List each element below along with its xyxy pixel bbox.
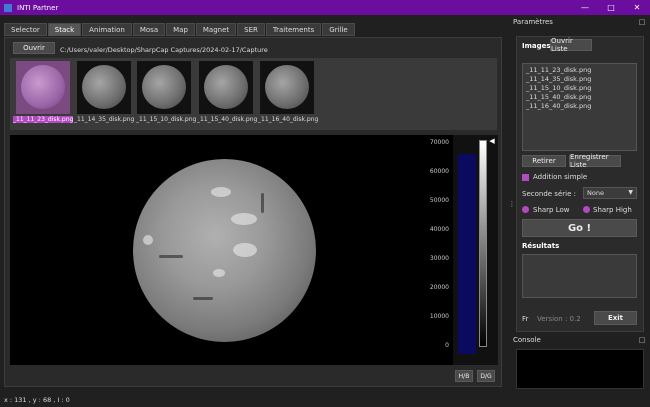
tab-ser[interactable]: SER (237, 23, 265, 36)
thumbnail-1[interactable] (16, 61, 70, 114)
results-label: Résultats (522, 242, 560, 250)
open-button[interactable]: Ouvrir (13, 42, 55, 54)
tick-label: 70000 (429, 139, 449, 146)
sharp-low-label: Sharp Low (533, 206, 570, 214)
title-bar: INTI Partner — □ ✕ (0, 0, 650, 15)
thumbnail-5[interactable] (260, 61, 314, 114)
go-button[interactable]: Go ! (522, 219, 637, 237)
sharp-high-radio[interactable] (583, 206, 590, 213)
tab-mosa[interactable]: Mosa (132, 23, 166, 36)
image-list[interactable]: _11_11_23_disk.png _11_14_35_disk.png _1… (522, 63, 637, 151)
tick-label: 10000 (429, 313, 449, 320)
console-title: Console (513, 336, 541, 344)
tick-label: 60000 (429, 168, 449, 175)
histogram-axis: 70000 60000 50000 40000 30000 20000 1000… (417, 138, 451, 353)
sun-image (133, 159, 316, 342)
version-label: Version : 0.2 (537, 315, 581, 323)
chevron-down-icon: ▼ (628, 189, 633, 196)
tab-map[interactable]: Map (166, 23, 195, 36)
tab-traitements[interactable]: Traitements (265, 23, 322, 36)
thumbnail-4[interactable] (199, 61, 253, 114)
sun-disk-thumb (265, 65, 309, 109)
thumbnail-caption: _11_14_35_disk.png (74, 116, 135, 123)
minimize-icon[interactable]: — (572, 0, 598, 15)
params-title: Paramètres (513, 18, 553, 26)
results-box (522, 254, 637, 298)
high-handle-icon[interactable]: ◀ (488, 137, 496, 145)
close-icon[interactable]: ✕ (624, 0, 650, 15)
plage (233, 243, 257, 257)
folder-path: C:/Users/valer/Desktop/SharpCap Captures… (60, 46, 268, 54)
open-list-button[interactable]: Ouvrir Liste (550, 37, 592, 53)
status-bar: x : 131 , y : 68 , I : 0 (4, 396, 70, 404)
thumbnail-caption: _11_16_40_disk.png (258, 116, 319, 123)
thumbnail-caption: _11_15_40_disk.png (197, 116, 258, 123)
maximize-icon[interactable]: □ (598, 0, 624, 15)
plage (211, 187, 231, 197)
list-item[interactable]: _11_14_35_disk.png (526, 75, 591, 83)
second-series-select[interactable]: None ▼ (583, 187, 637, 199)
remove-button[interactable]: Retirer (522, 155, 566, 167)
splitter-handle-icon[interactable]: ⋮ (508, 200, 516, 208)
plage (143, 235, 153, 245)
sharp-low-radio[interactable] (522, 206, 529, 213)
tick-label: 50000 (429, 197, 449, 204)
tick-label: 0 (445, 342, 449, 349)
tab-animation[interactable]: Animation (82, 23, 132, 36)
list-item[interactable]: _11_16_40_disk.png (526, 102, 591, 110)
simple-add-checkbox[interactable] (522, 174, 529, 181)
tab-bar: Selector Stack Animation Mosa Map Magnet… (4, 23, 356, 37)
thumbnail-caption: _11_11_23_disk.png (13, 116, 74, 123)
sun-disk-thumb (204, 65, 248, 109)
tick-label: 30000 (429, 255, 449, 262)
sun-disk-thumb (82, 65, 126, 109)
float-icon[interactable]: □ (638, 18, 646, 26)
dg-button[interactable]: D/G (477, 370, 495, 382)
levels-slider[interactable] (479, 140, 487, 347)
sun-disk-thumb (142, 65, 186, 109)
exit-button[interactable]: Exit (594, 311, 637, 325)
plage (231, 213, 257, 225)
filament (261, 193, 264, 213)
sun-disk-thumb (21, 65, 65, 109)
simple-add-label: Addition simple (533, 173, 588, 181)
histogram-bar (458, 154, 476, 354)
sharp-high-label: Sharp High (593, 206, 632, 214)
second-series-label: Seconde série : (522, 190, 576, 198)
window-title: INTI Partner (17, 3, 59, 12)
thumbnail-2[interactable] (77, 61, 131, 114)
tick-label: 40000 (429, 226, 449, 233)
tab-selector[interactable]: Selector (4, 23, 47, 36)
tick-label: 20000 (429, 284, 449, 291)
thumbnail-3[interactable] (137, 61, 191, 114)
save-list-button[interactable]: Enregistrer Liste (569, 153, 621, 169)
float-icon[interactable]: □ (638, 336, 646, 344)
language-label: Fr (522, 315, 529, 323)
tab-magnet[interactable]: Magnet (195, 23, 237, 36)
hb-button[interactable]: H/B (455, 370, 473, 382)
thumbnail-strip[interactable]: _11_11_23_disk.png _11_14_35_disk.png _1… (10, 58, 497, 130)
plage (213, 269, 225, 277)
console-output[interactable] (516, 349, 644, 389)
app-icon (4, 3, 12, 12)
list-item[interactable]: _11_11_23_disk.png (526, 66, 591, 74)
filament (159, 255, 183, 258)
tab-stack[interactable]: Stack (47, 23, 82, 36)
filament (193, 297, 213, 300)
list-item[interactable]: _11_15_10_disk.png (526, 84, 591, 92)
list-item[interactable]: _11_15_40_disk.png (526, 93, 591, 101)
images-label: Images (522, 42, 551, 50)
tab-grille[interactable]: Grille (322, 23, 355, 36)
second-series-value: None (587, 189, 604, 197)
thumbnail-caption: _11_15_10_disk.png (136, 116, 197, 123)
